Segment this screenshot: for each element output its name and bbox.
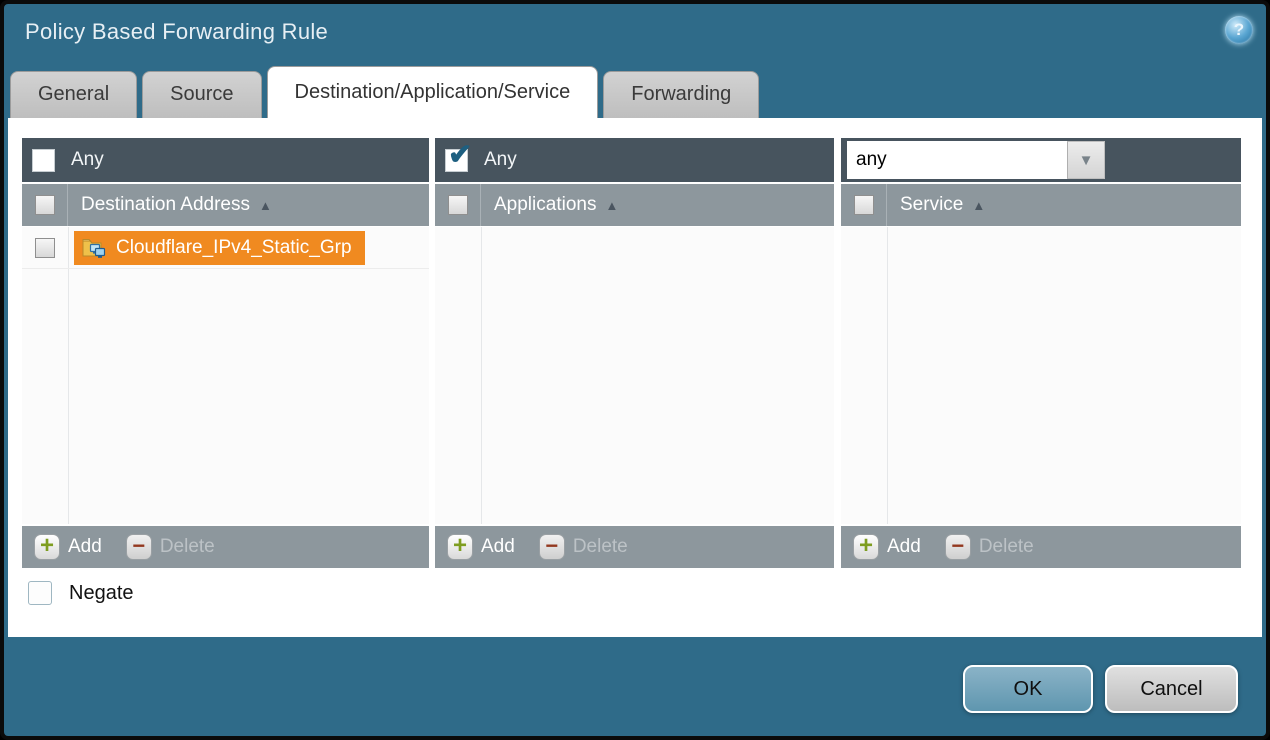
tab-destination-application-service[interactable]: Destination/Application/Service [267, 66, 599, 118]
tab-bar: General Source Destination/Application/S… [10, 66, 759, 118]
destination-list-item-row: Cloudflare_IPv4_Static_Grp [22, 227, 429, 269]
service-header-label[interactable]: Service [900, 194, 963, 216]
destination-add-button[interactable]: + Add [34, 534, 102, 560]
destination-any-label: Any [71, 149, 104, 171]
tab-general[interactable]: General [10, 71, 137, 118]
destination-item-selected[interactable]: Cloudflare_IPv4_Static_Grp [74, 231, 365, 265]
applications-header-row: Applications ▲ [435, 182, 834, 226]
delete-icon: − [132, 535, 145, 557]
negate-checkbox[interactable] [28, 581, 52, 605]
destination-footer-bar: + Add − Delete [22, 524, 429, 568]
applications-any-label: Any [484, 149, 517, 171]
negate-label: Negate [69, 582, 134, 605]
tab-forwarding[interactable]: Forwarding [603, 71, 759, 118]
service-dropdown-value: any [847, 141, 1067, 179]
sort-ascending-icon[interactable]: ▲ [605, 198, 618, 213]
negate-option: Negate [28, 581, 134, 605]
service-list [841, 226, 1241, 524]
add-icon: + [859, 534, 873, 558]
service-any-bar: any ▼ [841, 138, 1241, 182]
delete-icon: − [545, 535, 558, 557]
tab-content-panel: Any Destination Address ▲ [8, 118, 1262, 637]
applications-footer-bar: + Add − Delete [435, 524, 834, 568]
applications-list [435, 226, 834, 524]
destination-header-row: Destination Address ▲ [22, 182, 429, 226]
applications-select-all-checkbox[interactable] [448, 195, 468, 215]
destination-header-label[interactable]: Destination Address [81, 194, 250, 216]
dialog-title: Policy Based Forwarding Rule [25, 19, 328, 45]
applications-header-label[interactable]: Applications [494, 194, 596, 216]
applications-add-button[interactable]: + Add [447, 534, 515, 560]
delete-icon: − [951, 535, 964, 557]
policy-based-forwarding-rule-dialog: Policy Based Forwarding Rule ? General S… [0, 0, 1270, 740]
add-icon: + [453, 534, 467, 558]
destination-any-checkbox[interactable] [32, 149, 55, 172]
address-group-icon [82, 237, 107, 259]
applications-any-bar: Any [435, 138, 834, 182]
destination-delete-button[interactable]: − Delete [126, 534, 215, 560]
tab-source[interactable]: Source [142, 71, 261, 118]
service-delete-button[interactable]: − Delete [945, 534, 1034, 560]
applications-any-checkbox[interactable] [445, 149, 468, 172]
destination-address-column: Any Destination Address ▲ [22, 138, 429, 568]
help-icon[interactable]: ? [1225, 16, 1253, 44]
ok-button[interactable]: OK [963, 665, 1093, 713]
add-icon: + [40, 534, 54, 558]
service-select-all-checkbox[interactable] [854, 195, 874, 215]
applications-delete-button[interactable]: − Delete [539, 534, 628, 560]
destination-item-checkbox[interactable] [35, 238, 55, 258]
service-column: any ▼ Service ▲ + Add − Delete [841, 138, 1241, 568]
chevron-down-icon[interactable]: ▼ [1067, 141, 1105, 179]
destination-any-bar: Any [22, 138, 429, 182]
service-footer-bar: + Add − Delete [841, 524, 1241, 568]
service-type-dropdown[interactable]: any ▼ [847, 141, 1105, 179]
destination-select-all-checkbox[interactable] [35, 195, 55, 215]
destination-item-label: Cloudflare_IPv4_Static_Grp [116, 237, 352, 259]
service-header-row: Service ▲ [841, 182, 1241, 226]
applications-column: Any Applications ▲ + Add − Delete [435, 138, 834, 568]
destination-list: Cloudflare_IPv4_Static_Grp [22, 226, 429, 524]
service-add-button[interactable]: + Add [853, 534, 921, 560]
sort-ascending-icon[interactable]: ▲ [259, 198, 272, 213]
sort-ascending-icon[interactable]: ▲ [972, 198, 985, 213]
cancel-button[interactable]: Cancel [1105, 665, 1238, 713]
